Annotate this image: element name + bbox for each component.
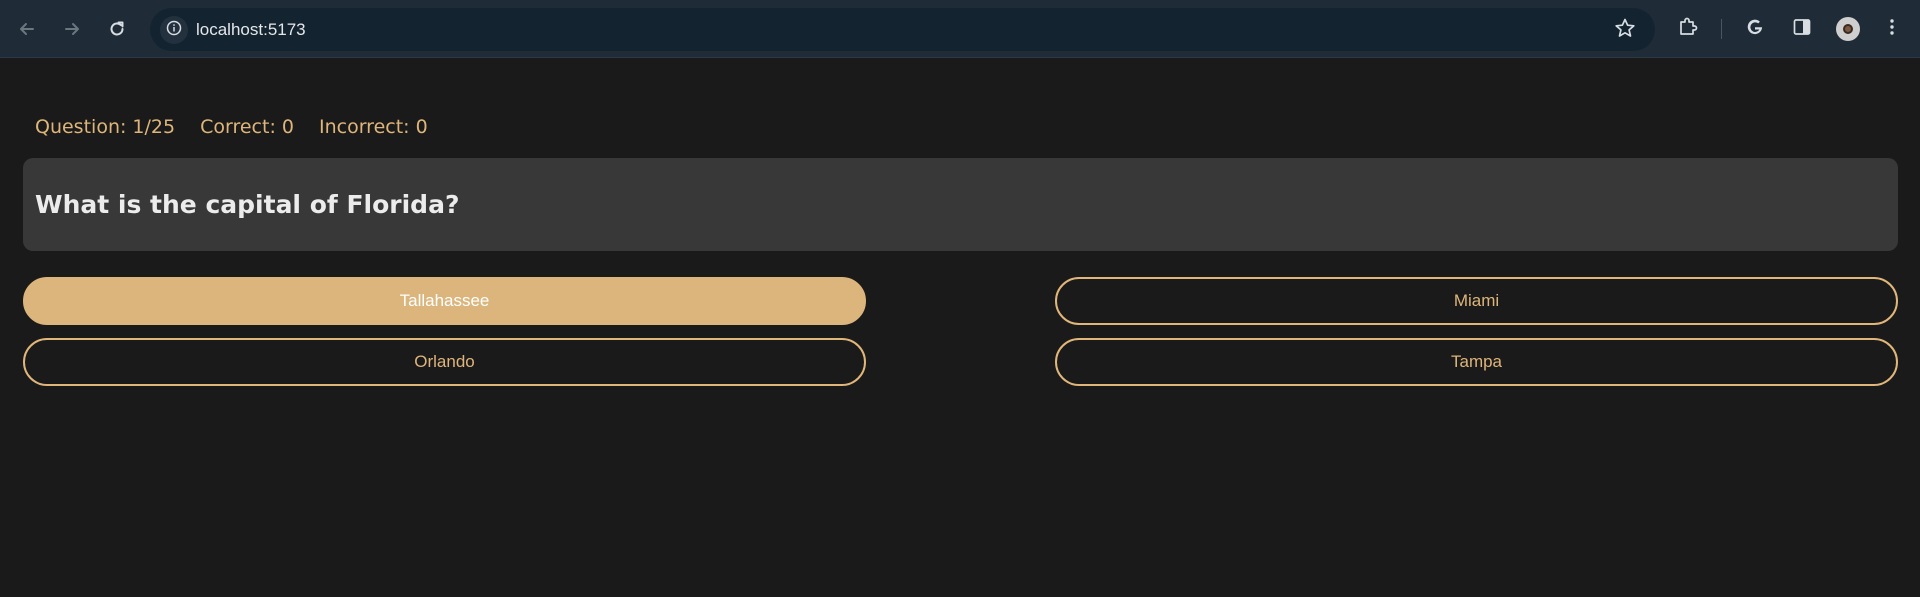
question-card: What is the capital of Florida? <box>23 158 1898 251</box>
arrow-right-icon <box>62 19 82 39</box>
kebab-menu-icon <box>1882 17 1902 41</box>
browser-toolbar: localhost:5173 <box>0 0 1920 58</box>
url-text[interactable]: localhost:5173 <box>196 8 306 51</box>
correct-counter: Correct: 0 <box>200 116 294 138</box>
answer-button-tallahassee[interactable]: Tallahassee <box>23 277 866 325</box>
arrow-left-icon <box>17 19 37 39</box>
incorrect-counter: Incorrect: 0 <box>318 116 428 138</box>
side-panel-button[interactable] <box>1786 13 1818 45</box>
bookmark-button[interactable] <box>1613 18 1637 42</box>
profile-button[interactable] <box>1832 13 1864 45</box>
extensions-button[interactable] <box>1672 13 1704 45</box>
reload-icon <box>107 19 127 39</box>
info-icon <box>166 20 182 40</box>
back-button[interactable] <box>11 13 43 45</box>
avatar-image <box>1843 24 1853 34</box>
site-info-button[interactable] <box>160 16 188 44</box>
puzzle-icon <box>1677 16 1699 42</box>
question-text: What is the capital of Florida? <box>35 190 460 219</box>
star-icon <box>1614 17 1636 43</box>
toolbar-divider <box>1721 19 1722 39</box>
address-bar[interactable]: localhost:5173 <box>150 8 1655 51</box>
reload-button[interactable] <box>101 13 133 45</box>
side-panel-icon <box>1792 17 1812 41</box>
answer-button-tampa[interactable]: Tampa <box>1055 338 1898 386</box>
quiz-stats: Question: 1/25 Correct: 0 Incorrect: 0 <box>35 112 428 142</box>
question-counter: Question: 1/25 <box>35 116 176 138</box>
avatar <box>1836 17 1860 41</box>
google-button[interactable] <box>1739 13 1771 45</box>
browser-menu-button[interactable] <box>1876 13 1908 45</box>
forward-button[interactable] <box>56 13 88 45</box>
google-icon <box>1744 16 1766 42</box>
answer-button-miami[interactable]: Miami <box>1055 277 1898 325</box>
answer-button-orlando[interactable]: Orlando <box>23 338 866 386</box>
